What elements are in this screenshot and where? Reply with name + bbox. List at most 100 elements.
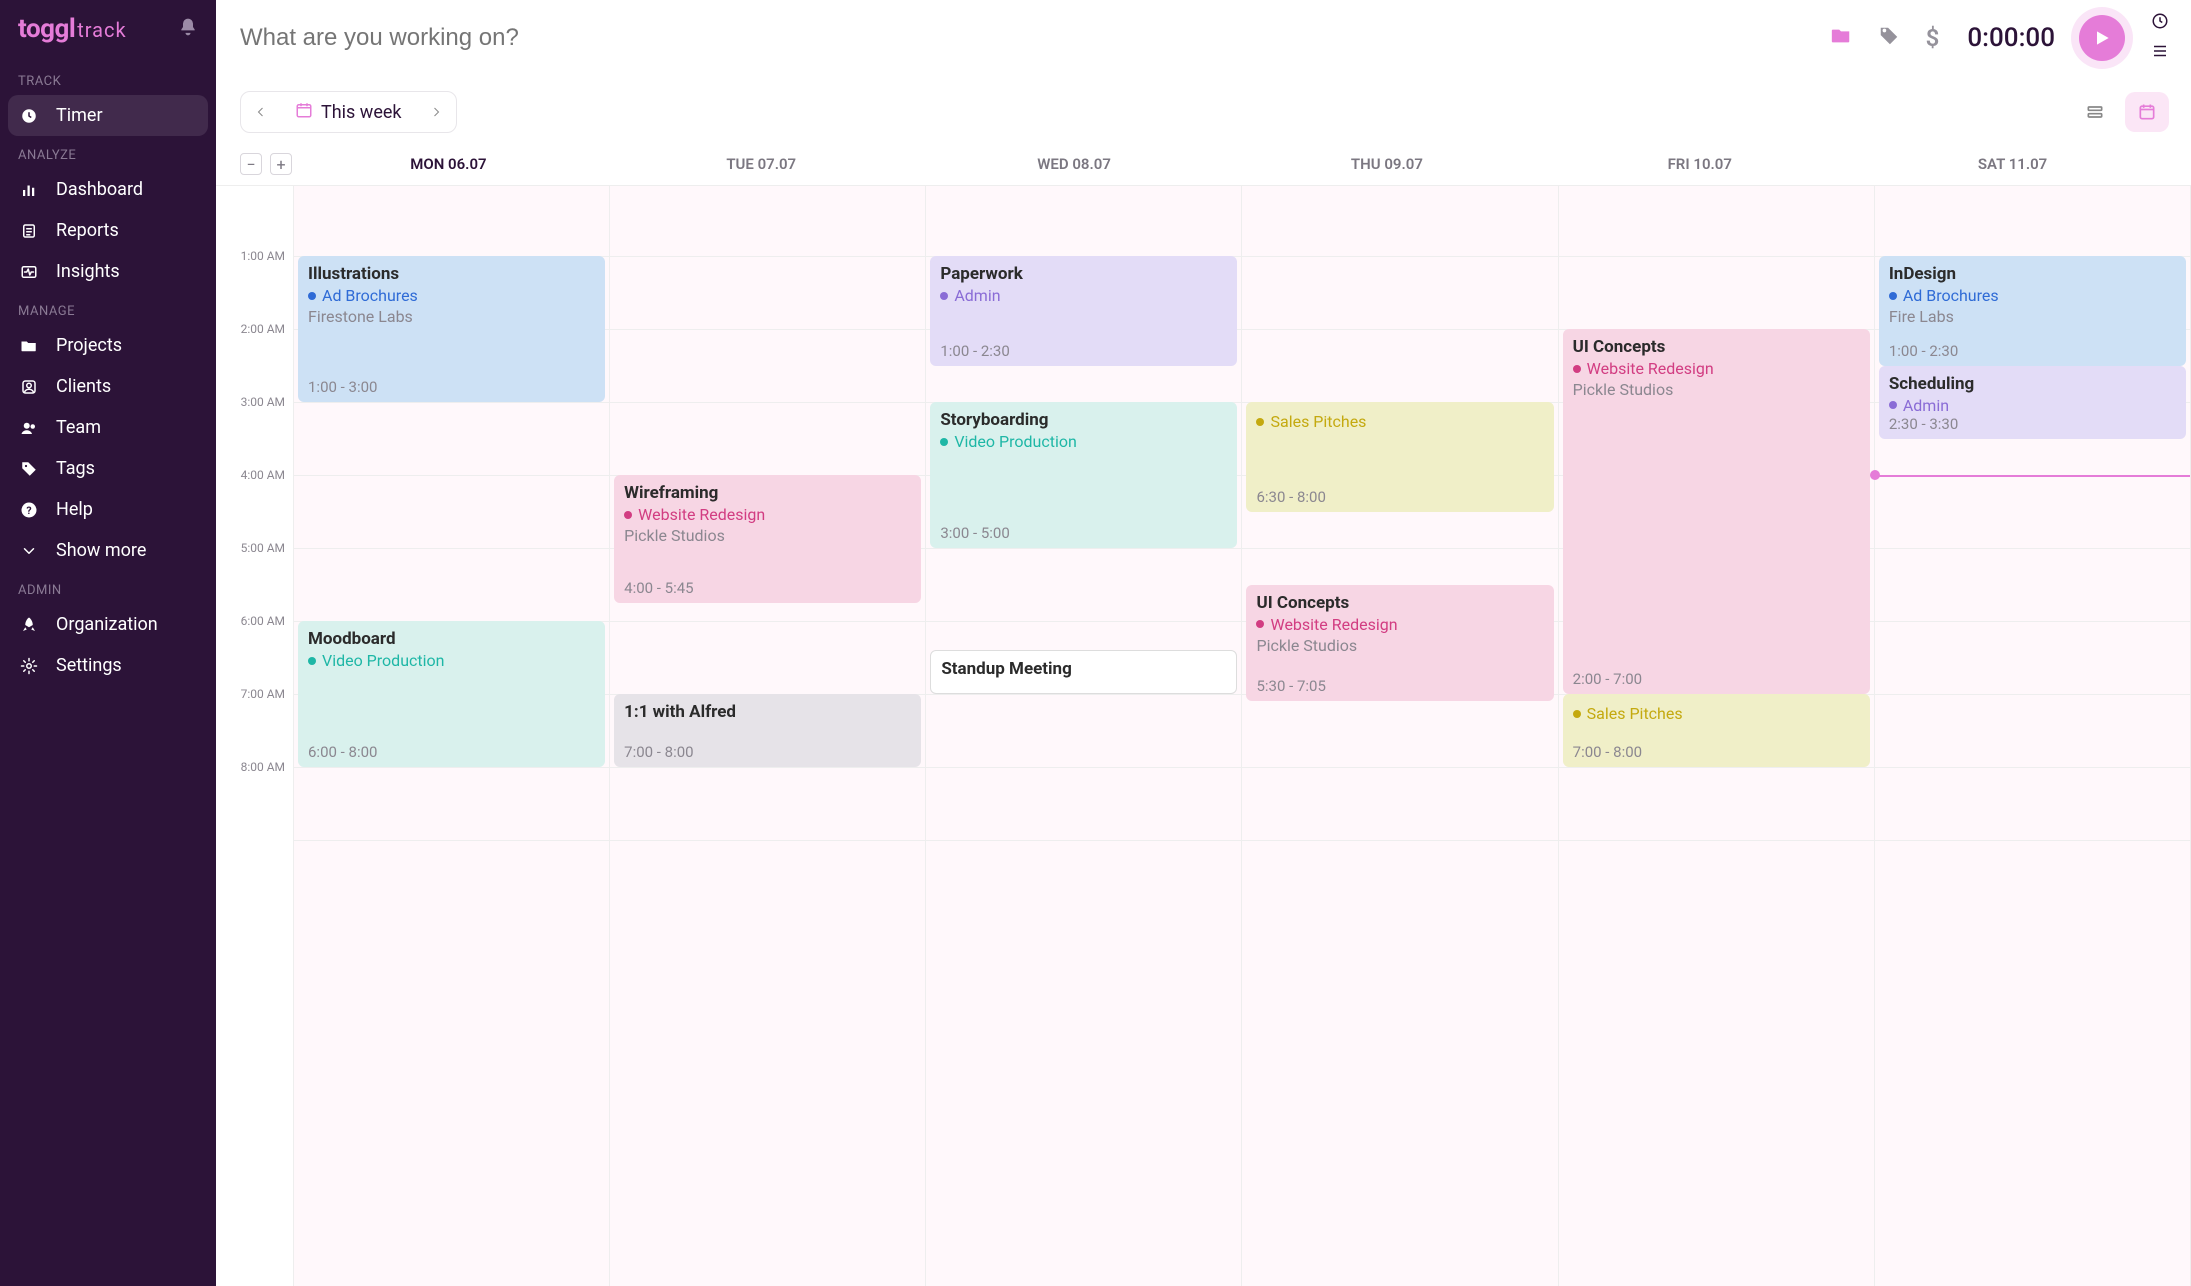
calendar-event[interactable]: IllustrationsAd BrochuresFirestone Labs1… <box>298 256 605 402</box>
prev-week-button[interactable] <box>241 92 281 132</box>
sidebar-item-tags[interactable]: Tags <box>0 448 216 489</box>
time-label: 5:00 AM <box>216 541 293 555</box>
sidebar-item-timer[interactable]: Timer <box>8 95 208 136</box>
event-time: 2:00 - 7:00 <box>1573 670 1642 688</box>
menu-icon[interactable] <box>2151 42 2169 64</box>
zoom-out-button[interactable]: − <box>240 153 262 175</box>
tag-icon <box>18 460 40 478</box>
folder-icon <box>18 337 40 355</box>
clock-icon <box>18 107 40 125</box>
sidebar-item-team[interactable]: Team <box>0 407 216 448</box>
play-button[interactable] <box>2079 15 2125 61</box>
calendar-event[interactable]: WireframingWebsite RedesignPickle Studio… <box>614 475 921 603</box>
sidebar-item-label: Team <box>56 417 101 438</box>
event-time: 6:30 - 8:00 <box>1256 488 1325 506</box>
event-project: Admin <box>1889 396 2176 415</box>
users-icon <box>18 419 40 437</box>
event-project: Video Production <box>940 432 1227 451</box>
day-column[interactable]: Sales Pitches6:30 - 8:00 UI ConceptsWebsi… <box>1242 186 1558 1286</box>
event-title: Paperwork <box>940 264 1227 284</box>
calendar-event[interactable]: InDesignAd BrochuresFire Labs1:00 - 2:30 <box>1879 256 2186 366</box>
date-range-label: This week <box>321 102 402 123</box>
calendar-event[interactable]: MoodboardVideo Production6:00 - 8:00 <box>298 621 605 767</box>
chevdown-icon <box>18 542 40 560</box>
controls-row: This week <box>216 77 2191 143</box>
sidebar-section-label: TRACK <box>0 62 216 95</box>
time-gutter: 1:00 AM2:00 AM3:00 AM4:00 AM5:00 AM6:00 … <box>216 186 294 1286</box>
calendar-event[interactable]: 1:1 with Alfred7:00 - 8:00 <box>614 694 921 767</box>
event-title: Scheduling <box>1889 374 2176 394</box>
day-column[interactable]: PaperworkAdmin1:00 - 2:30 Storyboarding Vi… <box>926 186 1242 1286</box>
calendar-event[interactable]: UI ConceptsWebsite RedesignPickle Studio… <box>1246 585 1553 702</box>
sidebar-item-label: Clients <box>56 376 111 397</box>
time-label: 1:00 AM <box>216 249 293 263</box>
event-project: Ad Brochures <box>308 286 595 305</box>
timer-display: 0:00:00 <box>1967 23 2055 53</box>
event-client: Fire Labs <box>1889 307 2176 326</box>
billable-icon[interactable]: $ <box>1922 20 1944 56</box>
zoom-in-button[interactable]: + <box>270 153 292 175</box>
day-column[interactable]: IllustrationsAd BrochuresFirestone Labs1… <box>294 186 610 1286</box>
sidebar-item-label: Settings <box>56 655 122 676</box>
event-time: 5:30 - 7:05 <box>1256 677 1325 695</box>
event-time: 4:00 - 5:45 <box>624 579 693 597</box>
calendar-event[interactable]: SchedulingAdmin2:30 - 3:30 <box>1879 366 2186 439</box>
next-week-button[interactable] <box>416 92 456 132</box>
sidebar-item-label: Show more <box>56 540 146 561</box>
day-column[interactable]: InDesignAd BrochuresFire Labs1:00 - 2:30… <box>1875 186 2191 1286</box>
event-client: Firestone Labs <box>308 307 595 326</box>
date-range-picker: This week <box>240 91 457 133</box>
event-time: 3:00 - 5:00 <box>940 524 1009 542</box>
task-input[interactable] <box>240 24 1808 52</box>
day-header-col: WED 08.07 <box>918 155 1231 173</box>
time-label: 6:00 AM <box>216 614 293 628</box>
day-column[interactable]: WireframingWebsite RedesignPickle Studio… <box>610 186 926 1286</box>
date-range-button[interactable]: This week <box>281 92 416 132</box>
sidebar-item-projects[interactable]: Projects <box>0 325 216 366</box>
calendar-view-button[interactable] <box>2125 92 2169 132</box>
current-time-line <box>1875 475 2190 477</box>
event-time: 7:00 - 8:00 <box>1573 743 1642 761</box>
day-grid: IllustrationsAd BrochuresFirestone Labs1… <box>294 186 2191 1286</box>
day-header-col: SAT 11.07 <box>1856 155 2169 173</box>
event-project: Sales Pitches <box>1573 704 1860 723</box>
list-view-button[interactable] <box>2073 92 2117 132</box>
calendar-event[interactable]: PaperworkAdmin1:00 - 2:30 <box>930 256 1237 366</box>
sidebar-item-reports[interactable]: Reports <box>0 210 216 251</box>
calendar-event[interactable]: Storyboarding Video Production 3:00 - 5:00 <box>930 402 1237 548</box>
sidebar-item-dashboard[interactable]: Dashboard <box>0 169 216 210</box>
event-title: Storyboarding <box>940 410 1227 430</box>
event-title: Standup Meeting <box>941 659 1226 679</box>
notifications-icon[interactable] <box>178 17 198 41</box>
zoom-controls: − + <box>240 153 292 175</box>
calendar-event[interactable]: Sales Pitches6:30 - 8:00 <box>1246 402 1553 512</box>
sidebar-item-organization[interactable]: Organization <box>0 604 216 645</box>
event-title: UI Concepts <box>1256 593 1543 613</box>
day-header-col: TUE 07.07 <box>605 155 918 173</box>
history-icon[interactable] <box>2151 12 2169 34</box>
time-label: 2:00 AM <box>216 322 293 336</box>
sidebar-item-settings[interactable]: Settings <box>0 645 216 686</box>
sidebar-item-label: Projects <box>56 335 122 356</box>
tag-icon[interactable] <box>1874 21 1904 55</box>
calendar-event[interactable]: UI ConceptsWebsite RedesignPickle Studio… <box>1563 329 1870 694</box>
event-client: Pickle Studios <box>1573 380 1860 399</box>
sidebar-item-clients[interactable]: Clients <box>0 366 216 407</box>
sidebar-item-showmore[interactable]: Show more <box>0 530 216 571</box>
day-header-col: THU 09.07 <box>1231 155 1544 173</box>
sidebar-item-insights[interactable]: Insights <box>0 251 216 292</box>
calendar-body[interactable]: 1:00 AM2:00 AM3:00 AM4:00 AM5:00 AM6:00 … <box>216 185 2191 1286</box>
sidebar-item-help[interactable]: ?Help <box>0 489 216 530</box>
day-column[interactable]: UI ConceptsWebsite RedesignPickle Studio… <box>1559 186 1875 1286</box>
pulse-icon <box>18 263 40 281</box>
folder-icon[interactable] <box>1826 21 1856 55</box>
logo-text: toggltrack <box>18 14 127 44</box>
time-label: 4:00 AM <box>216 468 293 482</box>
calendar-event[interactable]: Sales Pitches 7:00 - 8:00 <box>1563 694 1870 767</box>
event-time: 1:00 - 2:30 <box>940 342 1009 360</box>
calendar-event[interactable]: Standup Meeting <box>930 650 1237 694</box>
sidebar-item-label: Timer <box>56 105 103 126</box>
logo-row: toggltrack <box>0 14 216 62</box>
event-title: UI Concepts <box>1573 337 1860 357</box>
help-icon: ? <box>18 501 40 519</box>
